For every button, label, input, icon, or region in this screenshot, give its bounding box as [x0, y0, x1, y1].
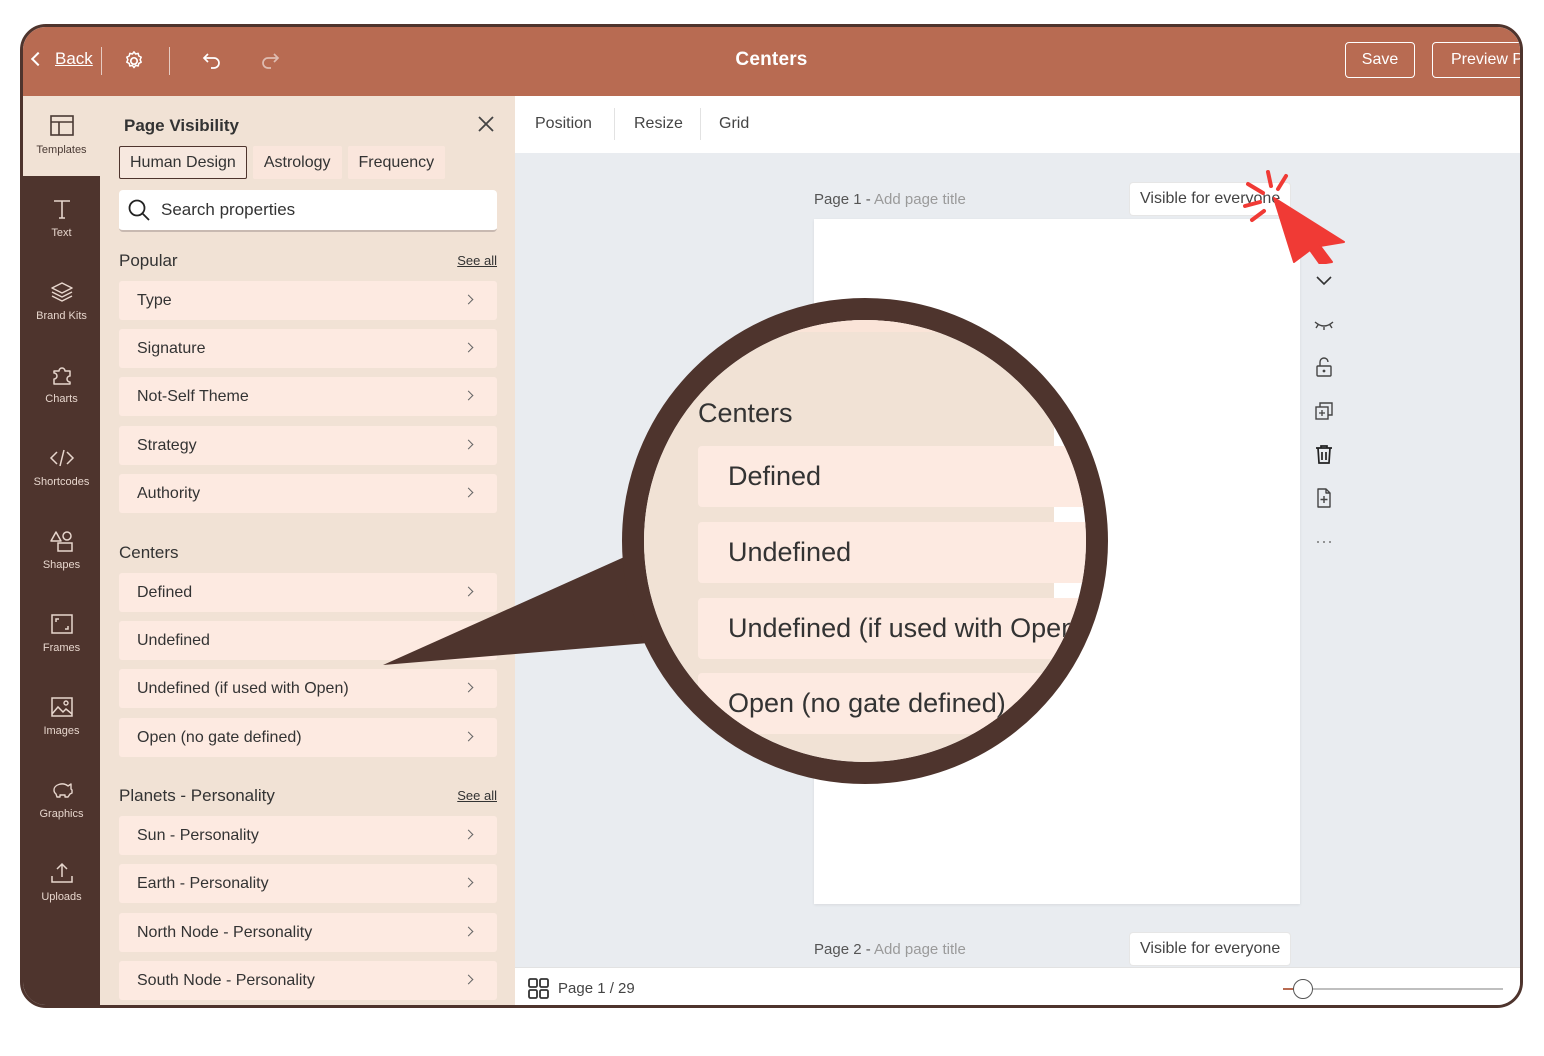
magnified-item: Defined	[698, 446, 1086, 507]
magnified-section-heading: Centers	[698, 398, 793, 428]
magnified-panel: Centers Defined Undefined Undefined (if …	[644, 320, 1086, 762]
magnified-item: Open (no gate defined)	[698, 673, 1086, 734]
magnified-item-edge	[644, 320, 1064, 332]
magnified-item: Undefined	[698, 522, 1086, 583]
magnifier-callout: Centers Defined Undefined Undefined (if …	[622, 298, 1108, 784]
magnified-item: Undefined (if used with Open)	[698, 598, 1086, 659]
cursor-click-icon	[1243, 170, 1345, 264]
